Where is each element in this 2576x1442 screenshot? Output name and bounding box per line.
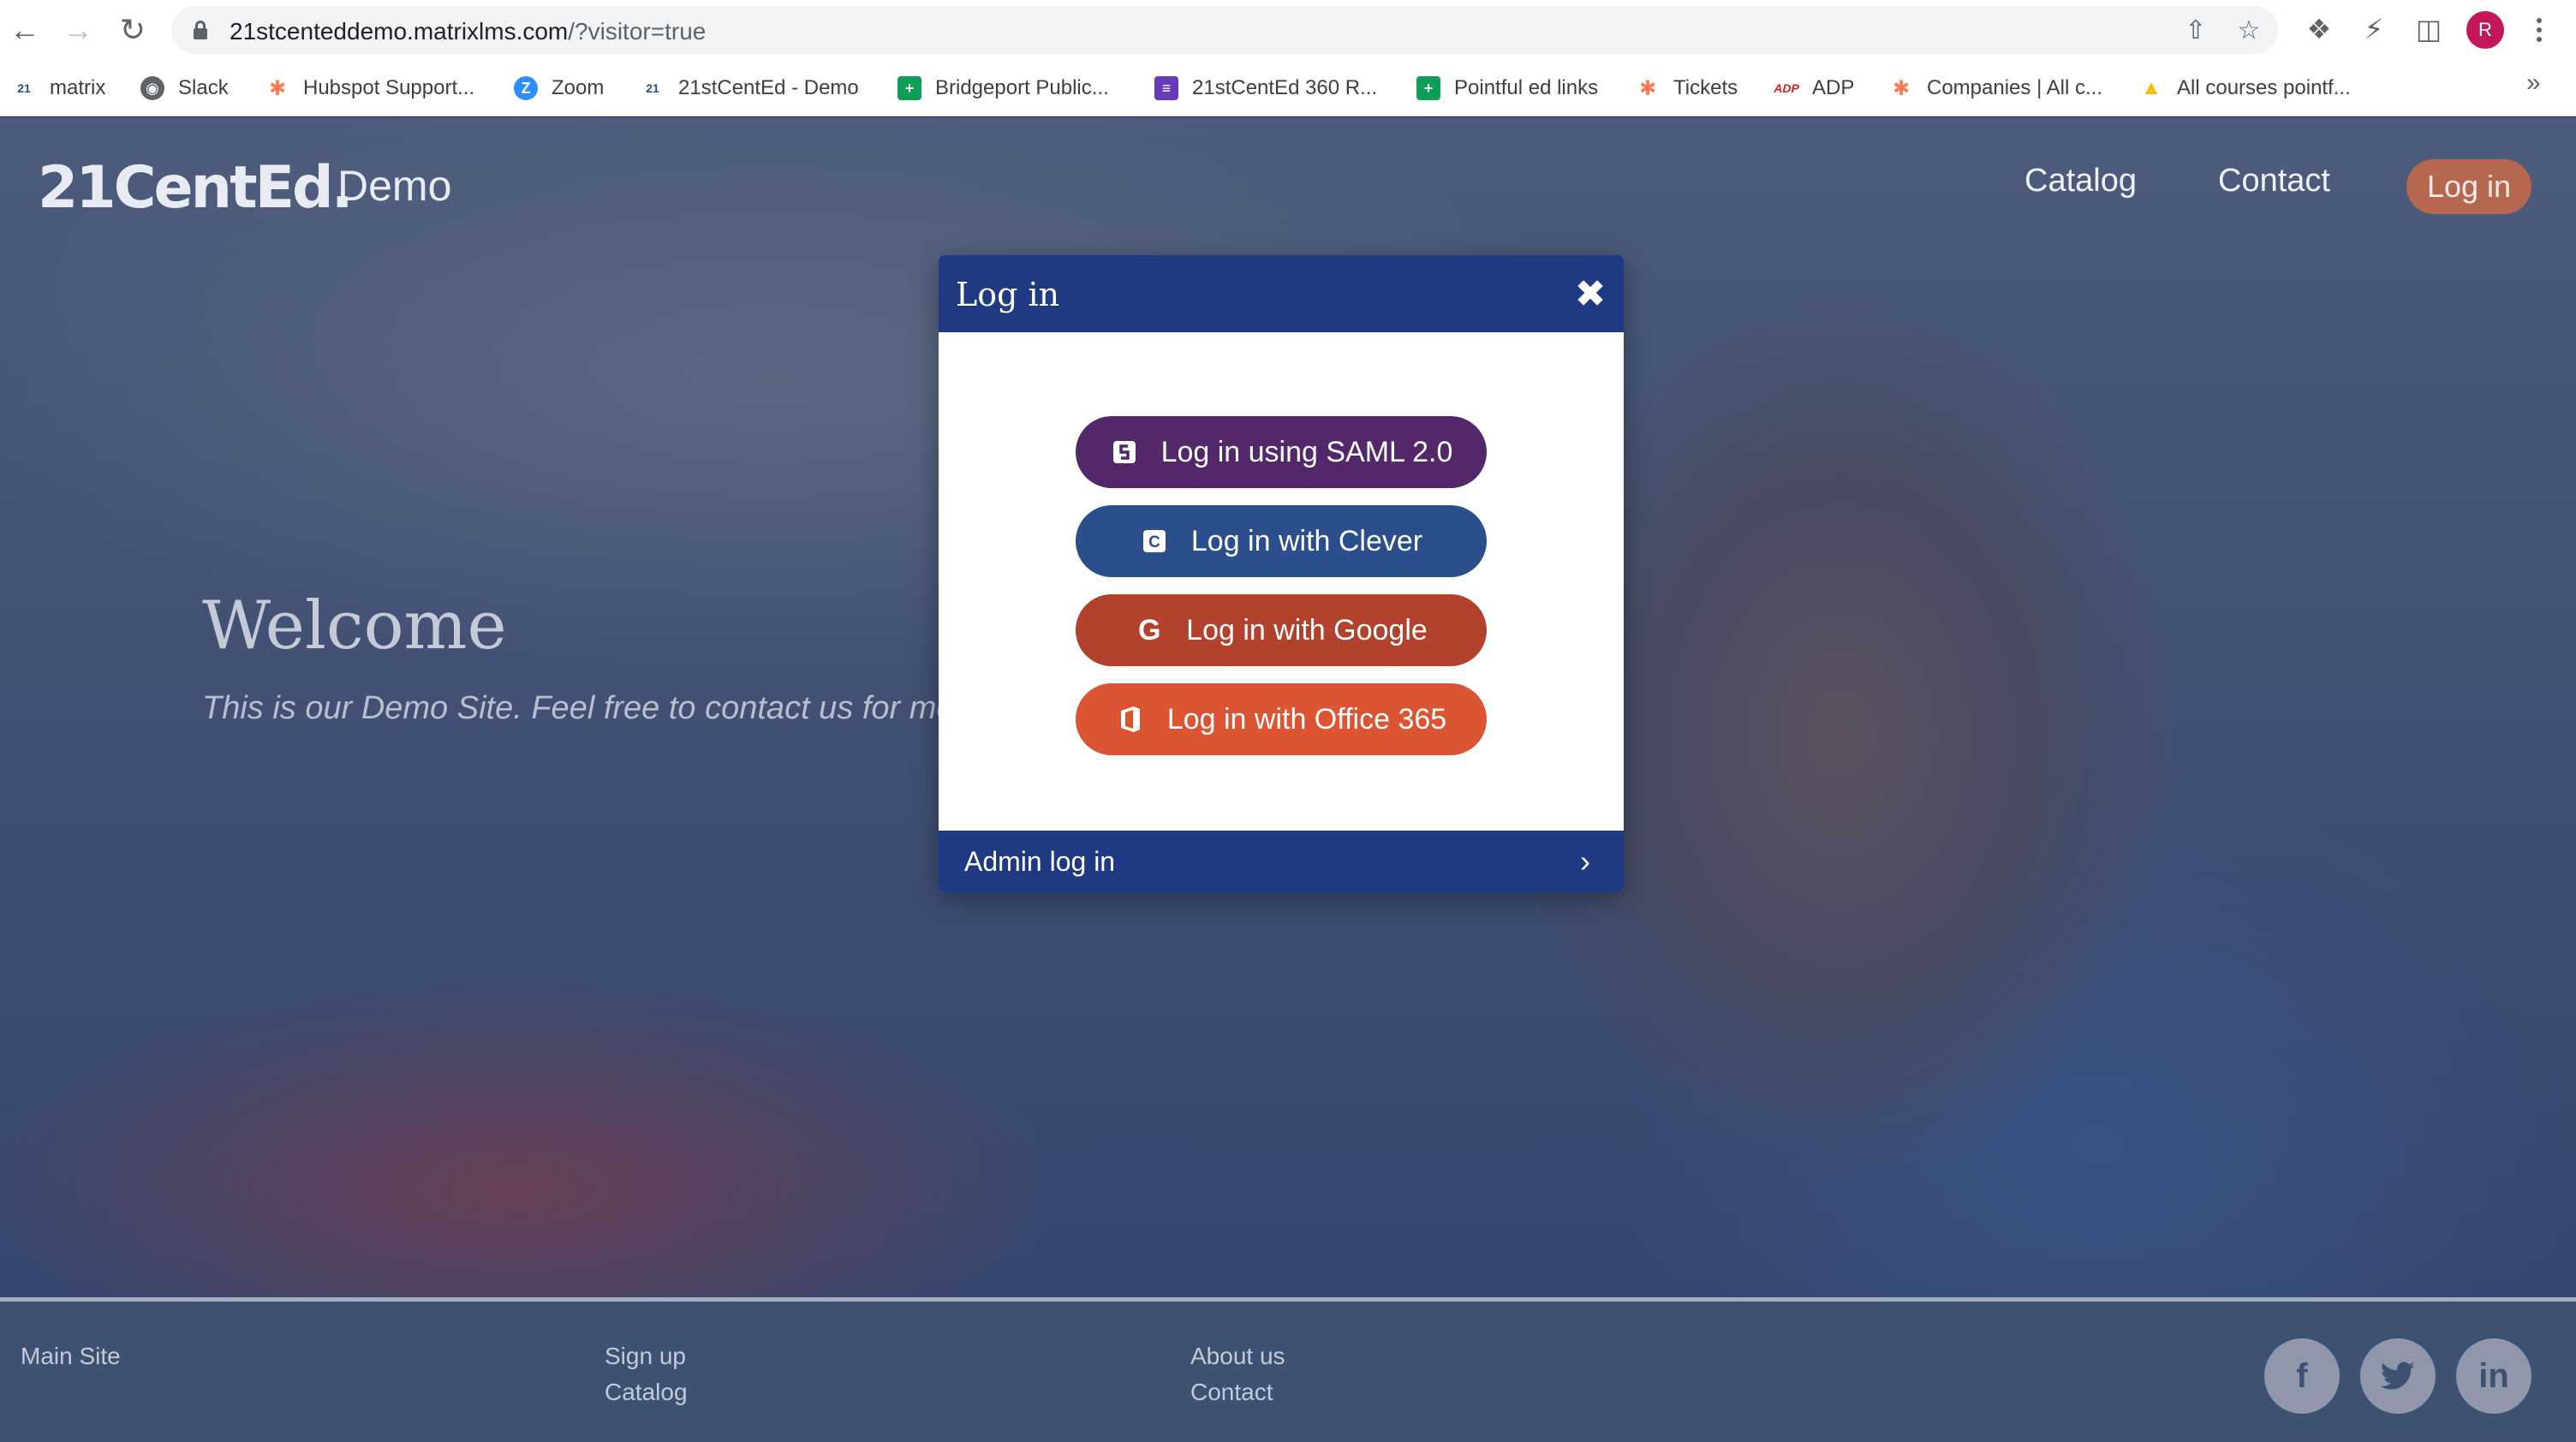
site-logo-subtitle: Demo	[337, 162, 452, 210]
saml-icon-shape	[1112, 441, 1136, 463]
url-text[interactable]: 21stcenteddemo.matrixlms.com/?visitor=tr…	[230, 18, 706, 45]
hubspot-icon: ✱	[1636, 76, 1660, 100]
bookmark-pointful-ed-links[interactable]: + Pointful ed links	[1416, 72, 1598, 104]
side-panel-icon[interactable]: ◫	[2412, 12, 2446, 46]
bookmark-matrix[interactable]: 21 matrix	[12, 72, 105, 104]
footer-contact-link[interactable]: Contact	[1190, 1379, 1273, 1406]
modal-title: Log in	[956, 276, 1060, 313]
adp-icon: ADP	[1774, 76, 1799, 100]
svg-text:C: C	[1148, 533, 1160, 551]
bookmark-label: Companies | All c...	[1927, 76, 2102, 99]
bookmarks-overflow-icon[interactable]: »	[2526, 69, 2541, 98]
hubspot-icon: ✱	[265, 76, 289, 100]
login-google-button[interactable]: G Log in with Google	[1076, 594, 1487, 666]
sheets-icon: +	[1416, 76, 1440, 100]
office365-icon	[1116, 705, 1145, 734]
drive-icon: ▲	[2139, 76, 2163, 100]
login-modal: Log in ✖ Log in using SAML 2.0 C Log in …	[939, 255, 1624, 892]
footer-catalog-link[interactable]: Catalog	[605, 1379, 688, 1406]
zoom-icon: Z	[514, 76, 538, 100]
hubspot-icon: ✱	[1889, 76, 1913, 100]
bookmark-label: Zoom	[552, 76, 605, 99]
reload-icon[interactable]: ↻	[113, 10, 152, 50]
bookmark-label: ADP	[1812, 76, 1855, 99]
facebook-icon[interactable]: f	[2264, 1338, 2340, 1414]
lock-icon[interactable]	[194, 21, 207, 39]
extension-bolt-icon[interactable]: ⚡	[2357, 12, 2391, 46]
globe-icon: ◉	[140, 76, 164, 100]
nav-contact[interactable]: Contact	[2218, 163, 2330, 200]
forward-arrow-icon[interactable]: →	[58, 10, 98, 50]
bookmark-slack[interactable]: ◉ Slack	[140, 72, 229, 104]
bookmark-companies[interactable]: ✱ Companies | All c...	[1889, 72, 2102, 104]
21ce-icon: 21	[641, 76, 665, 100]
footer-sign-up-link[interactable]: Sign up	[605, 1343, 686, 1370]
twitter-icon[interactable]	[2360, 1338, 2436, 1414]
login-clever-label: Log in with Clever	[1190, 524, 1423, 557]
close-icon[interactable]: ✖	[1571, 273, 1610, 315]
bookmark-label: 21stCentEd 360 R...	[1192, 76, 1378, 99]
linkedin-icon[interactable]: in	[2456, 1338, 2531, 1414]
bookmark-21stcented-360[interactable]: ≡ 21stCentEd 360 R...	[1154, 72, 1377, 104]
modal-header: Log in ✖	[939, 255, 1624, 332]
chevron-right-icon: ›	[1580, 843, 1590, 879]
admin-login-bar[interactable]: Admin log in ›	[939, 831, 1624, 892]
bookmark-label: Slack	[178, 76, 229, 99]
21ce-icon: 21	[12, 76, 36, 100]
bookmark-label: 21stCentEd - Demo	[678, 76, 859, 99]
nav-login-button[interactable]: Log in	[2406, 159, 2531, 214]
login-office365-label: Log in with Office 365	[1166, 702, 1447, 736]
bookmark-tickets[interactable]: ✱ Tickets	[1636, 72, 1738, 104]
saml-icon	[1110, 438, 1139, 467]
clever-icon: C	[1140, 527, 1169, 556]
browser-toolbar: ← → ↻ 21stcenteddemo.matrixlms.com/?visi…	[0, 0, 2576, 60]
bookmark-label: matrix	[50, 76, 106, 99]
bookmark-bridgeport-public[interactable]: + Bridgeport Public...	[897, 72, 1109, 104]
browser-menu-icon[interactable]	[2526, 11, 2552, 49]
site-footer	[0, 1297, 2576, 1442]
footer-about-us-link[interactable]: About us	[1190, 1343, 1285, 1370]
twitter-bird-shape	[2381, 1362, 2415, 1390]
bookmark-zoom[interactable]: Z Zoom	[514, 72, 604, 104]
bookmark-label: Hubspot Support...	[303, 76, 475, 99]
bookmark-adp[interactable]: ADP ADP	[1774, 72, 1854, 104]
sheets-icon: +	[897, 76, 921, 100]
site-logo[interactable]: 21CentEd.	[38, 154, 354, 222]
back-arrow-icon[interactable]: ←	[5, 10, 45, 50]
share-icon[interactable]: ⇧	[2180, 15, 2211, 45]
login-google-label: Log in with Google	[1186, 613, 1428, 647]
login-saml-label: Log in using SAML 2.0	[1160, 435, 1453, 468]
bookmark-all-courses[interactable]: ▲ All courses pointf...	[2139, 72, 2351, 104]
nav-catalog[interactable]: Catalog	[2024, 163, 2137, 200]
bookmark-label: Bridgeport Public...	[935, 76, 1109, 99]
login-saml-button[interactable]: Log in using SAML 2.0	[1076, 416, 1487, 488]
star-icon[interactable]: ☆	[2233, 15, 2264, 45]
bookmark-label: Pointful ed links	[1454, 76, 1599, 99]
footer-main-site-link[interactable]: Main Site	[21, 1343, 121, 1370]
bookmark-label: Tickets	[1673, 76, 1738, 99]
admin-login-label: Admin log in	[964, 846, 1116, 877]
bookmark-label: All courses pointf...	[2177, 76, 2351, 99]
google-icon: G	[1137, 613, 1161, 647]
clever-icon-shape: C	[1142, 530, 1166, 552]
address-bar[interactable]: 21stcenteddemo.matrixlms.com/?visitor=tr…	[171, 6, 2278, 54]
profile-avatar[interactable]: R	[2466, 11, 2504, 49]
hero-title: Welcome	[202, 587, 507, 664]
bookmark-21stcented-demo[interactable]: 21 21stCentEd - Demo	[641, 72, 859, 104]
forms-icon: ≡	[1154, 76, 1178, 100]
login-office365-button[interactable]: Log in with Office 365	[1076, 683, 1487, 755]
login-clever-button[interactable]: C Log in with Clever	[1076, 505, 1487, 577]
office365-icon-shape	[1120, 706, 1140, 732]
extensions-puzzle-icon[interactable]: ❖	[2302, 12, 2336, 46]
bookmark-hubspot-support[interactable]: ✱ Hubspot Support...	[265, 72, 474, 104]
bookmarks-bar: 21 matrix ◉ Slack ✱ Hubspot Support... Z Zoo…	[0, 60, 2576, 116]
